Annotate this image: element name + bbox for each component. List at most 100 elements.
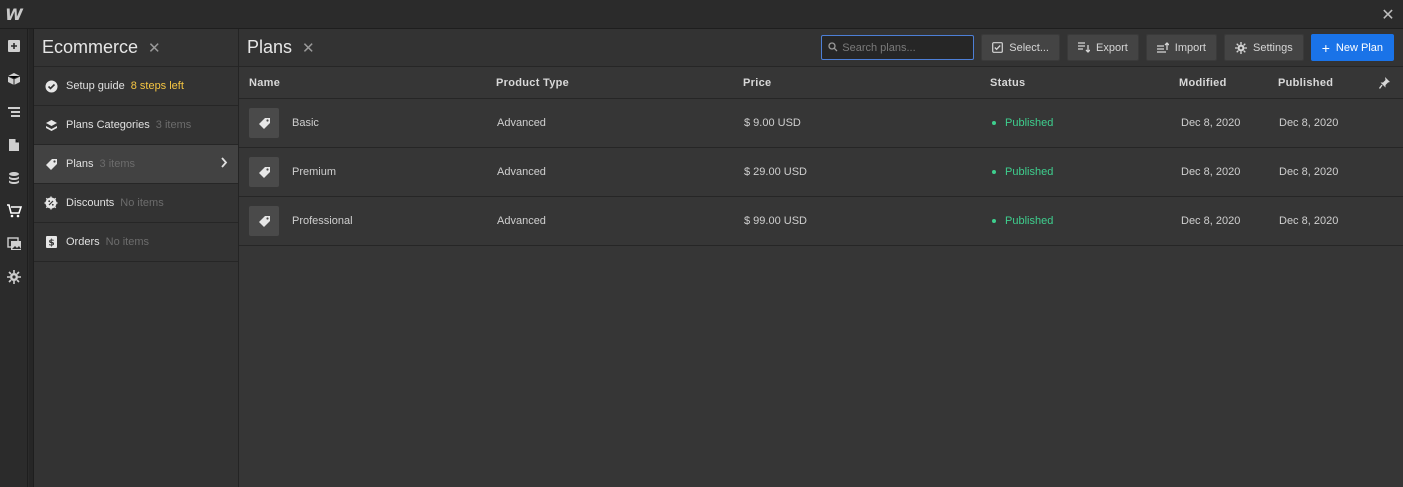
- sidebar-item-label: Plans: [66, 158, 94, 170]
- import-icon: [1156, 42, 1169, 53]
- add-panel-icon[interactable]: [0, 29, 28, 62]
- tag-icon: [258, 166, 270, 178]
- export-button-label: Export: [1096, 41, 1128, 54]
- plans-view: Plans ✕ Select... Export: [239, 29, 1403, 487]
- status-dot: [992, 121, 996, 125]
- status-badge: Published: [992, 215, 1053, 227]
- table-row[interactable]: Basic Advanced $ 9.00 USD Published Dec …: [239, 99, 1403, 148]
- modified-date: Dec 8, 2020: [1181, 166, 1241, 178]
- plan-name: Basic: [292, 117, 319, 129]
- column-header-modified[interactable]: Modified: [1179, 77, 1227, 89]
- cms-icon[interactable]: [0, 161, 28, 194]
- published-date: Dec 8, 2020: [1279, 215, 1339, 227]
- modified-date: Dec 8, 2020: [1181, 215, 1241, 227]
- assets-icon[interactable]: [0, 227, 28, 260]
- pages-icon[interactable]: [0, 128, 28, 161]
- sidebar-item-discounts[interactable]: Discounts No items: [34, 184, 238, 223]
- order-receipt-icon: $: [44, 235, 58, 249]
- tag-icon: [44, 157, 58, 171]
- settings-button[interactable]: Settings: [1223, 34, 1304, 61]
- svg-text:$: $: [48, 239, 54, 249]
- product-type: Advanced: [497, 166, 546, 178]
- ecommerce-cart-icon[interactable]: [0, 194, 28, 227]
- panel-title: Ecommerce: [42, 37, 139, 57]
- export-icon: [1078, 42, 1090, 53]
- close-designer-icon[interactable]: ✕: [1377, 4, 1399, 26]
- status-label: Published: [1005, 166, 1054, 178]
- tag-icon: [258, 117, 270, 129]
- check-circle-icon: [44, 79, 58, 93]
- plans-toolbar: Select... Export Import Settings: [821, 34, 1394, 61]
- select-button[interactable]: Select...: [981, 34, 1060, 61]
- new-plan-button[interactable]: + New Plan: [1310, 34, 1394, 61]
- cube-icon[interactable]: [0, 62, 28, 95]
- settings-gear-icon[interactable]: [0, 260, 28, 293]
- price: $ 99.00 USD: [744, 215, 807, 227]
- product-type: Advanced: [497, 215, 546, 227]
- sidebar-item-orders[interactable]: $ Orders No items: [34, 223, 238, 262]
- select-button-label: Select...: [1009, 41, 1049, 54]
- status-dot: [992, 219, 996, 223]
- sidebar-item-plans-categories[interactable]: Plans Categories 3 items: [34, 106, 238, 145]
- left-toolbar: [0, 29, 28, 487]
- item-count: 3 items: [99, 158, 135, 170]
- search-input[interactable]: [842, 41, 968, 54]
- close-panel-icon[interactable]: ✕: [148, 39, 161, 57]
- plans-header: Plans ✕ Select... Export: [239, 29, 1403, 67]
- page-title: Plans: [247, 37, 293, 57]
- top-bar: W ✕: [0, 0, 1403, 29]
- table-row[interactable]: Professional Advanced $ 99.00 USD Publis…: [239, 197, 1403, 246]
- column-header-name[interactable]: Name: [249, 77, 280, 89]
- sidebar-item-label: Setup guide: [66, 80, 125, 92]
- published-date: Dec 8, 2020: [1279, 117, 1339, 129]
- close-view-icon[interactable]: ✕: [302, 39, 315, 57]
- modified-date: Dec 8, 2020: [1181, 117, 1241, 129]
- table-header: Name Product Type Price Status Modified …: [239, 67, 1403, 99]
- sidebar-item-label: Plans Categories: [66, 119, 150, 131]
- column-header-price[interactable]: Price: [743, 77, 771, 89]
- price: $ 9.00 USD: [744, 117, 801, 129]
- chevron-right-icon: [220, 157, 228, 171]
- search-field[interactable]: [821, 35, 975, 60]
- category-icon: [44, 118, 58, 132]
- new-plan-button-label: New Plan: [1335, 41, 1383, 54]
- webflow-logo[interactable]: W: [0, 0, 28, 29]
- plus-icon: +: [1321, 39, 1330, 56]
- column-header-status[interactable]: Status: [990, 77, 1025, 89]
- price: $ 29.00 USD: [744, 166, 807, 178]
- search-icon: [828, 39, 838, 57]
- pin-icon[interactable]: [1378, 76, 1391, 92]
- plan-thumbnail: [249, 157, 279, 187]
- column-header-published[interactable]: Published: [1278, 77, 1333, 89]
- import-button-label: Import: [1174, 41, 1206, 54]
- item-count: No items: [105, 236, 150, 248]
- table-row[interactable]: Premium Advanced $ 29.00 USD Published D…: [239, 148, 1403, 197]
- navigator-icon[interactable]: [0, 95, 28, 128]
- sidebar-item-label: Orders: [66, 236, 100, 248]
- published-date: Dec 8, 2020: [1279, 166, 1339, 178]
- item-count: 3 items: [155, 119, 192, 131]
- item-count: No items: [120, 197, 164, 209]
- tag-icon: [258, 215, 270, 227]
- checkbox-icon: [992, 42, 1004, 53]
- status-label: Published: [1005, 215, 1054, 227]
- plan-name: Professional: [292, 215, 353, 227]
- product-type: Advanced: [497, 117, 546, 129]
- sidebar-item-setup-guide[interactable]: Setup guide 8 steps left: [34, 67, 238, 106]
- status-dot: [992, 170, 996, 174]
- status-badge: Published: [992, 166, 1053, 178]
- ecommerce-panel: Ecommerce ✕ Setup guide 8 steps left Pla…: [34, 29, 239, 487]
- setup-steps-badge: 8 steps left: [130, 80, 184, 92]
- column-header-product-type[interactable]: Product Type: [496, 77, 569, 89]
- ecommerce-panel-header: Ecommerce ✕: [34, 29, 238, 67]
- plan-name: Premium: [292, 166, 337, 178]
- plan-thumbnail: [249, 108, 279, 138]
- sidebar-item-plans[interactable]: Plans 3 items: [34, 145, 238, 184]
- import-button[interactable]: Import: [1145, 34, 1217, 61]
- export-button[interactable]: Export: [1067, 34, 1139, 61]
- gear-icon: [1234, 41, 1247, 54]
- status-label: Published: [1005, 117, 1054, 129]
- sidebar-item-label: Discounts: [66, 197, 115, 209]
- status-badge: Published: [992, 117, 1053, 129]
- settings-button-label: Settings: [1252, 41, 1293, 54]
